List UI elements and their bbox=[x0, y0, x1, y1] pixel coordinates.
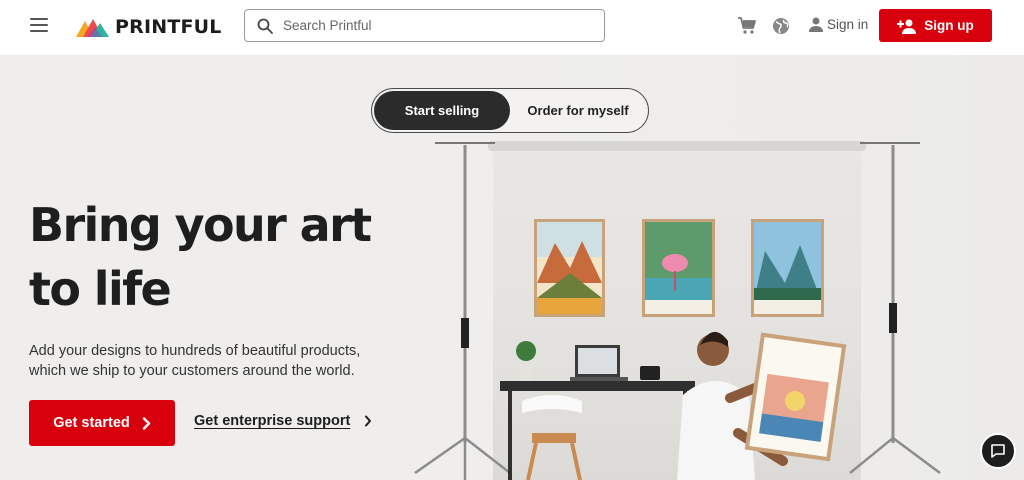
signin-link[interactable]: Sign in bbox=[808, 16, 868, 32]
get-started-label: Get started bbox=[53, 415, 130, 431]
hero-section: Start selling Order for myself Bring you… bbox=[0, 55, 1024, 480]
hero-subtext: Add your designs to hundreds of beautifu… bbox=[29, 343, 361, 379]
toggle-start-selling[interactable]: Start selling bbox=[374, 91, 510, 130]
hero-headline: Bring your art to life bbox=[29, 193, 409, 321]
search-input[interactable] bbox=[283, 18, 583, 33]
globe-icon[interactable] bbox=[771, 16, 791, 36]
headline-line-2: to life bbox=[29, 262, 172, 316]
top-header: PRINTFUL Sign in Sign up bbox=[0, 0, 1024, 55]
chevron-right-icon bbox=[365, 415, 372, 427]
logo-mark-icon bbox=[76, 19, 109, 37]
signup-label: Sign up bbox=[924, 18, 974, 33]
enterprise-support-label: Get enterprise support bbox=[194, 413, 351, 429]
search-bar[interactable] bbox=[244, 9, 605, 42]
get-started-button[interactable]: Get started bbox=[29, 400, 175, 446]
add-user-icon bbox=[897, 19, 917, 34]
signup-button[interactable]: Sign up bbox=[879, 9, 992, 42]
menu-icon[interactable] bbox=[30, 18, 48, 32]
toggle-order-for-myself[interactable]: Order for myself bbox=[510, 91, 646, 130]
enterprise-support-link[interactable]: Get enterprise support bbox=[194, 413, 372, 429]
search-icon bbox=[257, 18, 273, 34]
printful-logo[interactable]: PRINTFUL bbox=[76, 14, 222, 40]
logo-text: PRINTFUL bbox=[115, 16, 222, 38]
cart-icon[interactable] bbox=[737, 16, 757, 36]
chat-button[interactable] bbox=[980, 433, 1016, 469]
mode-toggle: Start selling Order for myself bbox=[371, 88, 649, 133]
chat-icon bbox=[991, 444, 1005, 458]
headline-line-1: Bring your art bbox=[29, 198, 372, 252]
chevron-right-icon bbox=[142, 416, 150, 430]
user-icon bbox=[809, 17, 823, 32]
hero-photo bbox=[400, 133, 960, 480]
signin-label: Sign in bbox=[827, 16, 869, 32]
studio-illustration bbox=[414, 142, 941, 480]
